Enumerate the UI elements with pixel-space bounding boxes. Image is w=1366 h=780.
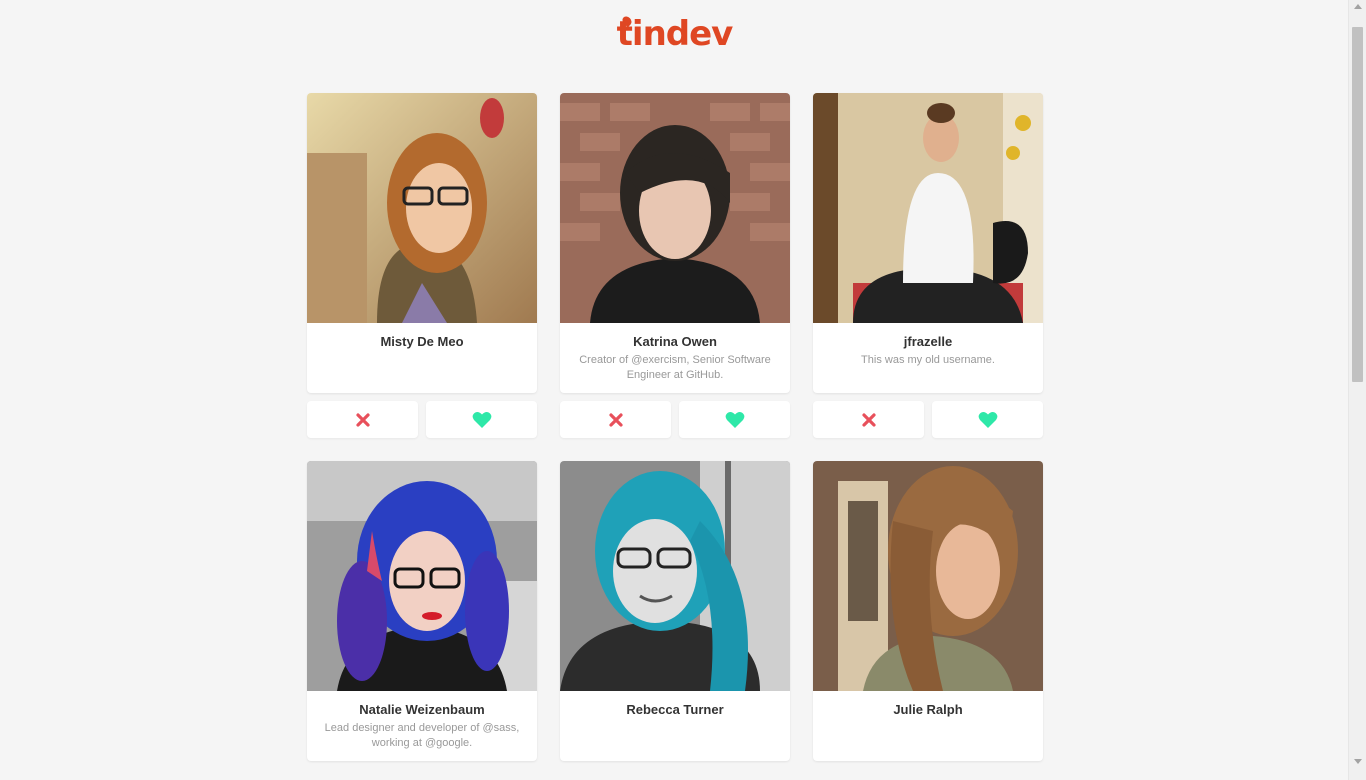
developer-card: Natalie Weizenbaum Lead designer and dev… bbox=[307, 461, 537, 761]
developer-info: Natalie Weizenbaum Lead designer and dev… bbox=[307, 691, 537, 751]
scrollbar-thumb[interactable] bbox=[1352, 27, 1363, 382]
developer-bio: This was my old username. bbox=[861, 354, 995, 366]
action-buttons bbox=[813, 401, 1043, 438]
close-icon bbox=[355, 412, 370, 427]
logo-text: tindev bbox=[616, 14, 734, 54]
developer-profile: Katrina Owen Creator of @exercism, Senio… bbox=[560, 93, 790, 393]
developer-bio: Lead designer and developer of @sass, wo… bbox=[324, 722, 520, 749]
like-button[interactable] bbox=[426, 401, 537, 438]
developer-info: Misty De Meo bbox=[307, 323, 537, 349]
avatar bbox=[307, 461, 537, 691]
developer-info: Rebecca Turner bbox=[560, 691, 790, 717]
close-icon bbox=[608, 412, 623, 427]
dislike-button[interactable] bbox=[560, 401, 671, 438]
developer-profile: Julie Ralph bbox=[813, 461, 1043, 761]
developer-info: Julie Ralph bbox=[813, 691, 1043, 717]
heart-icon bbox=[725, 411, 744, 428]
heart-icon bbox=[472, 411, 491, 428]
developer-profile: Natalie Weizenbaum Lead designer and dev… bbox=[307, 461, 537, 761]
dislike-button[interactable] bbox=[813, 401, 924, 438]
developer-profile: jfrazelle This was my old username. bbox=[813, 93, 1043, 393]
avatar bbox=[307, 93, 537, 323]
page: tindev Misty De Meo Katrina Owen Creator… bbox=[0, 0, 1366, 780]
developer-card: jfrazelle This was my old username. bbox=[813, 93, 1043, 438]
developer-card: Misty De Meo bbox=[307, 93, 537, 438]
developer-name: Katrina Owen bbox=[633, 334, 717, 349]
avatar bbox=[560, 461, 790, 691]
developer-bio: Creator of @exercism, Senior Software En… bbox=[579, 354, 771, 381]
developer-grid: Misty De Meo Katrina Owen Creator of @ex… bbox=[307, 93, 1043, 761]
developer-info: jfrazelle This was my old username. bbox=[813, 323, 1043, 368]
developer-name: Rebecca Turner bbox=[626, 702, 724, 717]
dislike-button[interactable] bbox=[307, 401, 418, 438]
developer-info: Katrina Owen Creator of @exercism, Senio… bbox=[560, 323, 790, 383]
avatar bbox=[560, 93, 790, 323]
avatar bbox=[813, 93, 1043, 323]
developer-card: Julie Ralph bbox=[813, 461, 1043, 761]
developer-profile: Misty De Meo bbox=[307, 93, 537, 393]
close-icon bbox=[861, 412, 876, 427]
like-button[interactable] bbox=[932, 401, 1043, 438]
action-buttons bbox=[307, 401, 537, 438]
developer-name: Julie Ralph bbox=[893, 702, 963, 717]
developer-name: jfrazelle bbox=[903, 334, 953, 349]
heart-icon bbox=[978, 411, 997, 428]
developer-name: Natalie Weizenbaum bbox=[359, 702, 485, 717]
header: tindev bbox=[0, 12, 1349, 56]
vertical-scrollbar[interactable] bbox=[1348, 0, 1366, 780]
developer-card: Rebecca Turner bbox=[560, 461, 790, 761]
developer-profile: Rebecca Turner bbox=[560, 461, 790, 761]
scroll-down-arrow-icon[interactable] bbox=[1354, 759, 1362, 764]
like-button[interactable] bbox=[679, 401, 790, 438]
action-buttons bbox=[560, 401, 790, 438]
avatar bbox=[813, 461, 1043, 691]
developer-name: Misty De Meo bbox=[380, 334, 464, 349]
tindev-logo[interactable]: tindev bbox=[616, 14, 734, 54]
scroll-up-arrow-icon[interactable] bbox=[1354, 4, 1362, 9]
developer-card: Katrina Owen Creator of @exercism, Senio… bbox=[560, 93, 790, 438]
